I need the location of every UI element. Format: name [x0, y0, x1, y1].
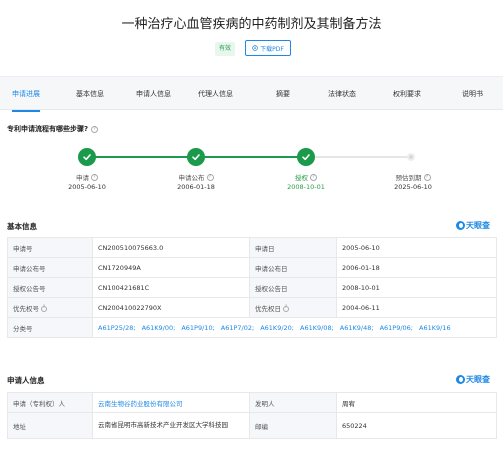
table-value: 周宥: [336, 392, 497, 413]
step-date: 2025-06-10: [394, 183, 432, 191]
step-done-icon: [187, 148, 205, 166]
table-label: 发明人: [249, 392, 337, 413]
step-label-text: 授权: [295, 174, 308, 182]
tianyancha-logo: 天眼查: [456, 220, 490, 231]
help-icon[interactable]: ?: [91, 173, 98, 181]
step-label: 申请?: [47, 172, 127, 182]
table-value: 云南生物谷药业股份有限公司: [92, 392, 250, 413]
classification-link[interactable]: A61K9/16: [419, 324, 451, 332]
applicant-info-table: 申请（专利权）人 云南生物谷药业股份有限公司 发明人 周宥 地址 云南省昆明市高…: [7, 392, 497, 439]
brand-text: 天眼查: [466, 221, 490, 230]
table-label: 邮编: [249, 412, 337, 439]
table-row: 授权公告号 CN100421681C 授权公告日 2008-10-01: [7, 277, 497, 298]
priority-number-label: 优先权号: [13, 304, 39, 313]
download-pdf-label: 下载PDF: [260, 45, 284, 53]
table-label: 优先权号?: [7, 297, 93, 318]
tab-description[interactable]: 说明书: [462, 77, 483, 111]
progress-timeline: 申请? 2005-06-10 申请公布? 2006-01-18 授权? 2008…: [0, 145, 503, 200]
priority-date-label: 优先权日: [255, 304, 281, 313]
classification-link[interactable]: A61P25/28;: [98, 324, 136, 332]
classification-link[interactable]: A61K9/08;: [300, 324, 334, 332]
help-icon[interactable]: ?: [283, 305, 289, 312]
table-label: 授权公告日: [249, 277, 337, 298]
tab-applicant-info[interactable]: 申请人信息: [136, 77, 171, 111]
table-value: 2008-10-01: [336, 277, 497, 298]
tab-legal-status[interactable]: 法律状态: [328, 77, 356, 111]
tab-claims[interactable]: 权利要求: [393, 77, 421, 111]
help-icon[interactable]: ?: [310, 173, 317, 181]
download-pdf-button[interactable]: 下载PDF: [245, 40, 291, 56]
step-pending-icon: [407, 153, 415, 161]
brand-text: 天眼查: [466, 375, 490, 384]
table-label: 地址: [7, 412, 93, 439]
tab-agent-info[interactable]: 代理人信息: [198, 77, 233, 111]
table-value: CN100421681C: [92, 277, 250, 298]
table-value: 2005-06-10: [336, 237, 497, 258]
step-label: 申请公布?: [156, 172, 236, 182]
table-row: 分类号 A61P25/28; A61K9/00; A61P9/10; A61P7/02…: [7, 317, 497, 338]
step-label-text: 预估到期: [395, 174, 422, 182]
help-icon[interactable]: ?: [41, 305, 47, 312]
process-question-text: 专利申请流程有哪些步骤?: [7, 125, 89, 133]
table-value: CN1720949A: [92, 257, 250, 278]
table-label: 优先权日?: [249, 297, 337, 318]
applicant-link[interactable]: 云南生物谷药业股份有限公司: [98, 400, 183, 408]
step-label: 预估到期?: [373, 172, 453, 182]
pdf-icon: [252, 45, 258, 51]
applicant-info-title: 申请人信息: [7, 376, 45, 385]
step-date: 2006-01-18: [177, 183, 215, 191]
table-value: CN200410022790X: [92, 297, 250, 318]
tianyancha-logo: 天眼查: [456, 374, 490, 385]
classification-link[interactable]: A61K9/00;: [142, 324, 176, 332]
table-value: 650224: [336, 412, 497, 439]
step-date: 2008-10-01: [287, 183, 325, 191]
tianyancha-icon: [456, 375, 465, 384]
table-label: 分类号: [7, 317, 93, 338]
tab-progress[interactable]: 申请进展: [12, 77, 40, 112]
page-title: 一种治疗心血管疾病的中药制剂及其制备方法: [121, 17, 382, 32]
table-row: 申请号 CN200510075663.0 申请日 2005-06-10: [7, 237, 497, 258]
table-value: CN200510075663.0: [92, 237, 250, 258]
classification-link[interactable]: A61P9/10;: [181, 324, 214, 332]
table-row: 申请（专利权）人 云南生物谷药业股份有限公司 发明人 周宥: [7, 392, 497, 413]
status-badge: 有效: [215, 42, 236, 56]
help-icon[interactable]: ?: [423, 173, 431, 181]
table-label: 申请公布日: [249, 257, 337, 278]
table-label: 申请公布号: [7, 257, 93, 278]
step-date: 2005-06-10: [68, 183, 106, 191]
table-value: 2004-06-11: [336, 297, 497, 318]
table-value: 云南省昆明市高新技术产业开发区大学科技园: [92, 412, 250, 439]
step-done-icon: [297, 148, 315, 166]
table-row: 申请公布号 CN1720949A 申请公布日 2006-01-18: [7, 257, 497, 278]
table-label: 授权公告号: [7, 277, 93, 298]
tab-bar: 申请进展 基本信息 申请人信息 代理人信息 摘要 法律状态 权利要求 说明书: [0, 76, 503, 112]
basic-info-title: 基本信息: [7, 222, 37, 231]
help-icon[interactable]: ?: [206, 173, 214, 181]
step-label-text: 申请: [76, 174, 89, 182]
timeline-line-pending: [309, 156, 411, 158]
table-label: 申请日: [249, 237, 337, 258]
basic-info-table: 申请号 CN200510075663.0 申请日 2005-06-10 申请公布…: [7, 237, 497, 338]
classification-link[interactable]: A61P9/06;: [380, 324, 413, 332]
step-label-text: 申请公布: [178, 174, 205, 182]
tab-abstract[interactable]: 摘要: [276, 77, 290, 111]
classification-list: A61P25/28; A61K9/00; A61P9/10; A61P7/02; A61…: [92, 317, 497, 338]
tab-basic-info[interactable]: 基本信息: [76, 77, 104, 111]
table-label: 申请（专利权）人: [7, 392, 93, 413]
table-row: 地址 云南省昆明市高新技术产业开发区大学科技园 邮编 650224: [7, 412, 497, 439]
table-row: 优先权号? CN200410022790X 优先权日? 2004-06-11: [7, 297, 497, 318]
step-done-icon: [78, 148, 96, 166]
classification-link[interactable]: A61K9/48;: [340, 324, 374, 332]
classification-link[interactable]: A61K9/20;: [260, 324, 294, 332]
classification-link[interactable]: A61P7/02;: [221, 324, 254, 332]
table-value: 2006-01-18: [336, 257, 497, 278]
process-question: 专利申请流程有哪些步骤? ?: [7, 124, 99, 134]
help-icon[interactable]: ?: [91, 125, 99, 133]
step-label: 授权?: [266, 172, 346, 182]
tianyancha-icon: [456, 221, 465, 230]
table-label: 申请号: [7, 237, 93, 258]
